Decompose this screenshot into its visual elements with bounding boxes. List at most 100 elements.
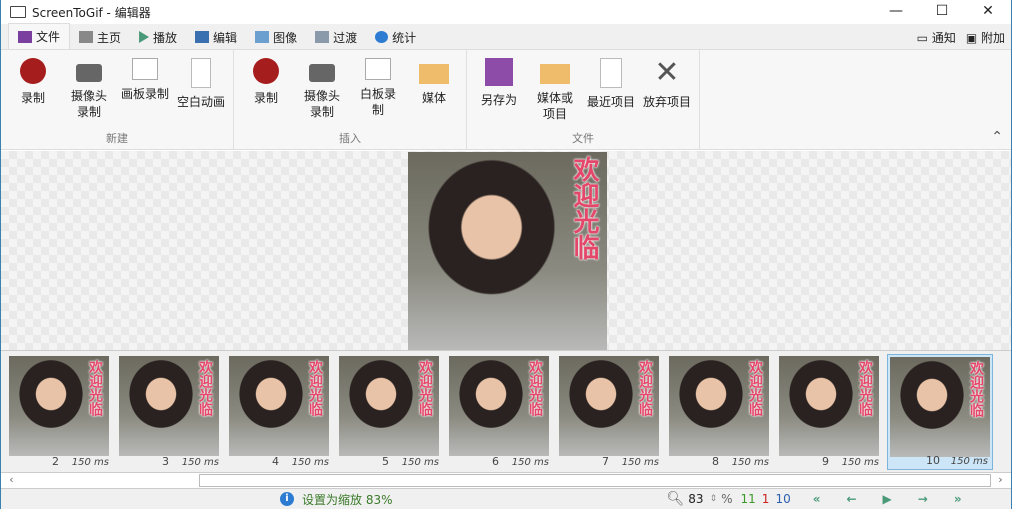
folder-icon [419,64,449,84]
ribbon-button-label: 录制 [253,91,278,105]
frame-number: 5 [382,455,389,468]
tab-3[interactable]: 编辑 [186,25,246,49]
zoom-icon: 🔍︎ [666,491,685,507]
frame-strip: 欢迎光临 2 150 ms 欢迎光临 3 150 ms 欢迎光临 4 150 ms 欢迎光临 5 15… [1,350,1011,472]
record-icon [253,58,279,84]
frame-thumbnail[interactable]: 欢迎光临 6 150 ms [447,354,553,470]
tab-1[interactable]: 主页 [70,25,130,49]
blank-page-icon [191,58,211,88]
frame-image: 欢迎光临 [890,357,990,457]
frame-delay: 150 ms [291,457,329,468]
scroll-thumb[interactable] [199,474,991,487]
notify-button[interactable]: ▭ 通知 [917,29,956,46]
zoom-input[interactable]: 83 [688,492,703,506]
ribbon-group-0: 录制 摄像头录制 画板录制 空白动画新建 [1,50,234,149]
tab-label: 图像 [273,30,298,45]
ribbon-button[interactable]: 摄像头录制 [61,50,117,130]
ribbon-button[interactable]: 媒体 [406,50,462,130]
tab-4[interactable]: 图像 [246,25,306,49]
extras-button[interactable]: ▣ 附加 [966,29,1005,46]
frame-thumbnail[interactable]: 欢迎光临 4 150 ms [227,354,333,470]
frame-thumbnail[interactable]: 欢迎光临 7 150 ms [557,354,663,470]
image-caption: 欢迎光临 [747,360,763,416]
ribbon-button-label: 媒体或项目 [536,91,573,121]
frame-delay: 150 ms [621,457,659,468]
frame-delay: 150 ms [511,457,549,468]
ribbon-button[interactable]: 录制 [5,50,61,130]
horizontal-scrollbar[interactable]: ‹ › [1,472,1011,489]
frame-delay: 150 ms [181,457,219,468]
ribbon-button[interactable]: ✕ 放弃项目 [639,50,695,130]
tab-5[interactable]: 过渡 [306,25,366,49]
tab-6[interactable]: 统计 [366,25,425,49]
discard-icon: ✕ [654,55,680,90]
current-frame: 10 [775,492,791,506]
tab-icon [195,31,210,43]
tab-icon [139,31,150,43]
tab-label: 文件 [36,30,61,44]
ribbon-button[interactable]: 最近项目 [583,50,639,130]
minimize-button[interactable]: — [873,0,919,22]
frame-thumbnail[interactable]: 欢迎光临 10 150 ms [887,354,993,470]
tab-icon [79,31,94,43]
frame-thumbnail[interactable]: 欢迎光临 9 150 ms [777,354,883,470]
frame-total: 11 [740,492,756,506]
scroll-left-icon[interactable]: ‹ [3,473,20,488]
frame-number: 7 [602,455,609,468]
frame-delay: 150 ms [841,457,879,468]
last-frame-icon[interactable]: » [954,492,962,506]
ribbon-button-label: 摄像头录制 [70,89,107,119]
frame-thumbnail[interactable]: 欢迎光临 5 150 ms [337,354,443,470]
ribbon-group-2: 另存为 媒体或项目 最近项目 ✕ 放弃项目文件 [467,50,700,149]
info-icon: i [280,492,294,506]
frame-delay: 150 ms [731,457,769,468]
image-caption: 欢迎光临 [637,360,653,416]
zoom-spinner[interactable]: ⇕ [710,494,718,504]
ribbon-button[interactable]: 白板录制 [350,50,406,130]
ribbon-button-label: 摄像头录制 [303,89,340,119]
next-frame-icon[interactable]: → [918,492,928,506]
image-caption: 欢迎光临 [968,361,984,417]
tab-0[interactable]: 文件 [8,23,71,49]
play-icon[interactable]: ▶ [883,492,892,506]
ribbon-button-label: 画板录制 [120,87,169,101]
image-caption: 欢迎光临 [307,360,323,416]
ribbon-button-label: 最近项目 [586,95,635,109]
ribbon-button-label: 媒体 [421,91,446,105]
ribbon-button[interactable]: 另存为 [471,50,527,130]
frame-number: 6 [492,455,499,468]
frame-thumbnail[interactable]: 欢迎光临 8 150 ms [667,354,773,470]
ribbon-group-label: 文件 [572,132,594,145]
tab-label: 主页 [97,30,122,45]
ribbon-tabs: 文件 主页 播放 编辑 图像 过渡 统计 ▭ 通知 ▣ 附加 [1,23,1011,50]
frame-delay: 150 ms [71,457,109,468]
ribbon-button[interactable]: 摄像头录制 [294,50,350,130]
image-caption: 欢迎光临 [197,360,213,416]
previous-frame-icon[interactable]: ← [846,492,856,506]
frame-number: 10 [926,454,940,467]
ribbon-button-label: 另存为 [480,93,517,107]
maximize-button[interactable]: ☐ [919,0,965,22]
camera-icon [76,64,102,82]
current-frame-image: 欢迎光临 [408,152,607,350]
ribbon-button[interactable]: 媒体或项目 [527,50,583,130]
collapse-ribbon-icon[interactable]: ⌃ [991,129,1003,145]
scroll-right-icon[interactable]: › [992,473,1009,488]
close-button[interactable]: ✕ [965,0,1011,22]
ribbon-button[interactable]: 画板录制 [117,50,173,130]
window-title: ScreenToGif - 编辑器 [32,5,151,20]
ribbon-button-label: 白板录制 [359,87,396,117]
ribbon-group-label: 新建 [106,132,128,145]
percent-label: % [721,492,733,506]
first-frame-icon[interactable]: « [813,492,821,506]
frame-thumbnail[interactable]: 欢迎光临 3 150 ms [117,354,223,470]
tab-2[interactable]: 播放 [130,25,186,49]
image-caption: 欢迎光临 [527,360,543,416]
frame-image: 欢迎光临 [449,356,549,456]
notify-label: 通知 [931,31,956,45]
frame-thumbnail[interactable]: 欢迎光临 2 150 ms [7,354,113,470]
canvas: 欢迎光临 [1,151,1011,350]
tab-icon [255,31,270,43]
ribbon-button[interactable]: 录制 [238,50,294,130]
ribbon-button[interactable]: 空白动画 [173,50,229,130]
